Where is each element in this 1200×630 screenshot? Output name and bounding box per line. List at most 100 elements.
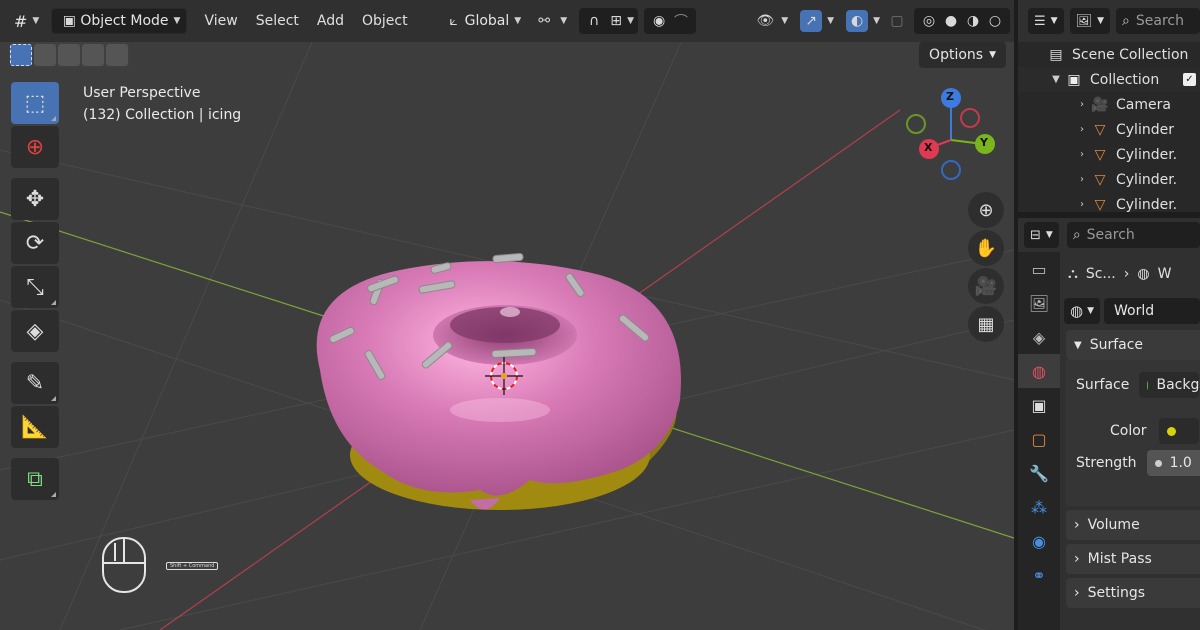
rotate-tool[interactable]: ⟳ bbox=[11, 222, 59, 264]
world-icon: ◍ bbox=[1070, 302, 1084, 320]
properties-editor-type[interactable]: ⊟ ▼ bbox=[1024, 222, 1059, 248]
camera-icon: 🎥 bbox=[974, 275, 998, 297]
outliner-item[interactable]: › 🎥 Camera bbox=[1018, 92, 1200, 117]
scene-collection-row[interactable]: ▤ Scene Collection bbox=[1018, 42, 1200, 67]
tab-particles[interactable]: ⁂ bbox=[1018, 490, 1060, 524]
gizmo-toggle-button[interactable]: ↗ ▼ bbox=[794, 8, 840, 34]
select-extend-icon[interactable] bbox=[34, 44, 56, 66]
menu-add[interactable]: Add bbox=[308, 13, 353, 29]
options-button[interactable]: Options ▼ bbox=[919, 42, 1006, 68]
chevron-right-icon: › bbox=[1074, 585, 1080, 601]
menu-select[interactable]: Select bbox=[247, 13, 308, 29]
select-subtract-icon[interactable] bbox=[58, 44, 80, 66]
annotate-tool[interactable]: ✎ bbox=[11, 362, 59, 404]
snap-icon[interactable]: ∩ bbox=[583, 10, 605, 32]
settings-panel-header[interactable]: › Settings bbox=[1066, 578, 1200, 608]
outliner-search-input[interactable]: ⌕ Search bbox=[1116, 8, 1200, 34]
display-mode-button[interactable]: 🖼 ▼ bbox=[1069, 8, 1111, 34]
outliner-item[interactable]: › ▽ Cylinder bbox=[1018, 117, 1200, 142]
chevron-down-icon: ▼ bbox=[781, 16, 789, 26]
breadcrumb-world: W bbox=[1157, 266, 1172, 282]
transform-orientation-selector[interactable]: ⟀ Global ▼ bbox=[437, 8, 528, 34]
wireframe-shading-icon[interactable]: ◎ bbox=[918, 10, 940, 32]
tab-constraints[interactable]: ⚭ bbox=[1018, 558, 1060, 592]
solid-shading-icon[interactable]: ● bbox=[940, 10, 962, 32]
select-box-tool[interactable]: ⬚ bbox=[11, 82, 59, 124]
3d-viewport[interactable]: Z Y X # ▼ ▣ Object Mode ▼ View Select Add… bbox=[0, 0, 1014, 630]
properties-search-input[interactable]: ⌕ Search bbox=[1066, 222, 1200, 248]
chevron-down-icon: ▼ bbox=[514, 16, 522, 26]
chevron-right-icon[interactable]: › bbox=[1074, 149, 1090, 160]
surface-panel-header[interactable]: ▼ Surface bbox=[1066, 330, 1200, 360]
outliner-item[interactable]: › ▽ Cylinder. bbox=[1018, 142, 1200, 167]
particles-icon: ⁂ bbox=[1031, 497, 1047, 517]
pan-button[interactable]: ✋ bbox=[968, 230, 1004, 266]
falloff-icon[interactable]: ⌒ bbox=[670, 10, 692, 32]
expand-down-icon[interactable]: ▼ bbox=[1048, 74, 1064, 85]
add-cube-tool[interactable]: ⧉ bbox=[11, 458, 59, 500]
pivot-point-button[interactable]: ⚯ ▼ bbox=[527, 8, 573, 34]
volume-panel-header[interactable]: › Volume bbox=[1066, 510, 1200, 540]
object-mode-icon: ▣ bbox=[62, 13, 76, 29]
collection-row[interactable]: ▼ ▣ Collection ✓ bbox=[1018, 67, 1200, 92]
select-intersect-icon[interactable] bbox=[106, 44, 128, 66]
editor-type-button[interactable]: # ▼ bbox=[8, 8, 45, 34]
transform-tool[interactable]: ◈ bbox=[11, 310, 59, 352]
color-field[interactable] bbox=[1158, 418, 1199, 444]
select-new-icon[interactable] bbox=[10, 44, 32, 66]
properties-panel: ⊟ ▼ ⌕ Search ▭ 🖼 ◈ ◍ ▣ ▢ 🔧 ⁂ ◉ ⚭ ⛬ Sc... … bbox=[1018, 218, 1200, 630]
measure-tool[interactable]: 📐 bbox=[11, 406, 59, 448]
tab-render[interactable]: ▭ bbox=[1018, 252, 1060, 286]
world-name-field[interactable]: World bbox=[1104, 298, 1200, 324]
collection-icon: ▣ bbox=[1031, 395, 1047, 415]
scale-tool[interactable]: ⤡ bbox=[11, 266, 59, 308]
strength-field[interactable]: 1.0 bbox=[1146, 450, 1200, 476]
tool-shelf: ⬚ ⊕ ✥ ⟳ ⤡ ◈ ✎ 📐 ⧉ bbox=[11, 82, 61, 502]
tab-collection[interactable]: ▣ bbox=[1018, 388, 1060, 422]
xray-icon[interactable]: ▢ bbox=[886, 10, 908, 32]
visibility-button[interactable]: 👁 ▼ bbox=[748, 8, 794, 34]
surface-shader-field[interactable]: Backg bbox=[1139, 372, 1200, 398]
outliner-item-label: Camera bbox=[1116, 96, 1171, 113]
tab-output[interactable]: 🖼 bbox=[1018, 286, 1060, 320]
cursor-tool[interactable]: ⊕ bbox=[11, 126, 59, 168]
eye-icon: 👁 bbox=[756, 13, 775, 29]
tab-modifiers[interactable]: 🔧 bbox=[1018, 456, 1060, 490]
chevron-right-icon[interactable]: › bbox=[1074, 174, 1090, 185]
chevron-right-icon[interactable]: › bbox=[1074, 99, 1090, 110]
move-tool[interactable]: ✥ bbox=[11, 178, 59, 220]
donut-object[interactable] bbox=[316, 252, 681, 510]
camera-view-button[interactable]: 🎥 bbox=[968, 268, 1004, 304]
zoom-button[interactable]: ⊕ bbox=[968, 192, 1004, 228]
world-browse-button[interactable]: ◍ ▼ bbox=[1064, 298, 1101, 324]
chevron-right-icon[interactable]: › bbox=[1074, 199, 1090, 210]
material-shading-icon[interactable]: ◑ bbox=[962, 10, 984, 32]
mode-selector[interactable]: ▣ Object Mode ▼ bbox=[51, 8, 188, 34]
snap-increment-icon[interactable]: ⊞ bbox=[605, 10, 627, 32]
gizmo-y-label: Y bbox=[980, 136, 988, 149]
chevron-right-icon[interactable]: › bbox=[1074, 124, 1090, 135]
menu-view[interactable]: View bbox=[195, 13, 246, 29]
orientation-icon: ⟀ bbox=[449, 13, 458, 29]
outliner-item[interactable]: › ▽ Cylinder. bbox=[1018, 192, 1200, 213]
chevron-down-icon: ▼ bbox=[827, 16, 835, 26]
mist-pass-panel-header[interactable]: › Mist Pass bbox=[1066, 544, 1200, 574]
menu-object[interactable]: Object bbox=[353, 13, 417, 29]
options-label: Options bbox=[929, 47, 984, 63]
ortho-toggle-button[interactable]: ▦ bbox=[968, 306, 1004, 342]
tab-world[interactable]: ◍ bbox=[1018, 354, 1060, 388]
select-invert-icon[interactable] bbox=[82, 44, 104, 66]
tab-view-layer[interactable]: ◈ bbox=[1018, 320, 1060, 354]
shortcut-hint: Shift + Command bbox=[166, 562, 219, 570]
overlay-toggle-button[interactable]: ◐ ▼ bbox=[840, 8, 886, 34]
proportional-edit-icon[interactable]: ◉ bbox=[648, 10, 670, 32]
outliner-item[interactable]: › ▽ Cylinder. bbox=[1018, 167, 1200, 192]
rendered-shading-icon[interactable]: ○ bbox=[984, 10, 1006, 32]
outliner-editor-type[interactable]: ☰ ▼ bbox=[1028, 8, 1064, 34]
scene-icon: ⛬ bbox=[1068, 266, 1078, 282]
tab-physics[interactable]: ◉ bbox=[1018, 524, 1060, 558]
collection-checkbox[interactable]: ✓ bbox=[1183, 73, 1196, 86]
settings-panel-label: Settings bbox=[1087, 585, 1146, 601]
tab-object[interactable]: ▢ bbox=[1018, 422, 1060, 456]
properties-header: ⊟ ▼ ⌕ Search bbox=[1018, 218, 1200, 252]
